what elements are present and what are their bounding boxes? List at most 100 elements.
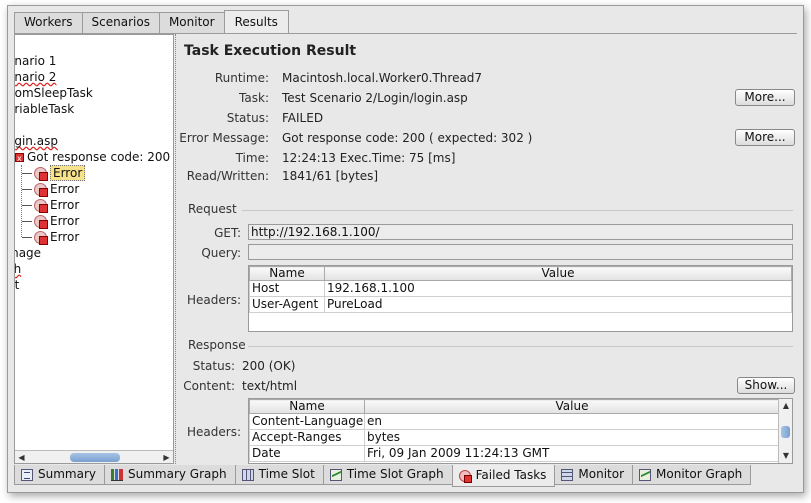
header-name-cell: Date (249, 445, 365, 462)
tab-time-slot[interactable]: Time Slot (234, 465, 324, 485)
error-task-icon (34, 231, 48, 245)
error-message-value: Got response code: 200 ( expected: 302 ) (282, 131, 533, 145)
column-header-value[interactable]: Value (364, 399, 780, 414)
tree-item-label: Error (50, 182, 80, 196)
table-row[interactable]: Date Fri, 09 Jan 2009 11:24:13 GMT (249, 445, 780, 462)
tree-item-label: Error (50, 198, 80, 212)
header-name-cell: Host (249, 280, 325, 297)
response-headers-label: Headers: (187, 425, 241, 439)
tab-monitor[interactable]: Monitor (158, 12, 225, 33)
tab-workers[interactable]: Workers (14, 12, 83, 33)
tree-item-label: ogin.asp (14, 134, 58, 148)
read-written-label: Read/Written: (186, 169, 269, 183)
column-header-value[interactable]: Value (324, 266, 792, 281)
tab-label: Summary (38, 467, 96, 481)
tab-failed-tasks[interactable]: Failed Tasks (451, 465, 556, 487)
tree-item-label: ariableTask (14, 102, 75, 116)
tree-item-error[interactable]: Error (15, 197, 173, 213)
tree-item[interactable]: ogin.asp (14, 133, 173, 149)
tab-label: Monitor (578, 467, 625, 481)
tab-scenarios[interactable]: Scenarios (81, 12, 160, 33)
get-label: GET: (214, 226, 241, 240)
table-row[interactable]: Content-Language en (249, 413, 780, 430)
request-section-title: Request (188, 202, 237, 216)
tree-item[interactable]: enario 2 (15, 69, 173, 85)
read-written-value: 1841/61 [bytes] (282, 169, 379, 183)
tree-item-label: enario 1 (14, 54, 57, 68)
tab-summary-graph[interactable]: Summary Graph (104, 465, 236, 485)
error-task-icon (34, 167, 48, 181)
time-label: Time: (235, 151, 269, 165)
grid-icon (241, 468, 254, 481)
tree-item-label: mage (15, 246, 42, 260)
header-value-cell: 192.168.1.100 (324, 280, 792, 297)
scroll-up-icon[interactable]: ▲ (780, 400, 792, 412)
monitor-icon (561, 468, 574, 481)
header-value-cell: Fri, 09 Jan 2009 11:24:13 GMT (364, 445, 780, 462)
response-divider (248, 346, 793, 347)
tab-summary[interactable]: Summary (14, 465, 105, 485)
column-header-name[interactable]: Name (249, 399, 365, 414)
tree-item-label: Error (50, 230, 80, 244)
summary-icon (21, 468, 33, 481)
tree-item-label: ut (14, 278, 20, 292)
tree-item[interactable]: domSleepTask (15, 85, 173, 101)
page-title: Task Execution Result (184, 43, 357, 59)
tree-item[interactable]: ariableTask (14, 101, 173, 117)
scrollbar-thumb[interactable] (781, 426, 790, 438)
bar-chart-icon (111, 468, 123, 481)
error-icon (15, 151, 24, 167)
error-task-icon (34, 199, 48, 213)
column-header-name[interactable]: Name (249, 266, 325, 281)
tab-time-slot-graph[interactable]: Time Slot Graph (322, 465, 453, 485)
content-label: Content: (183, 379, 235, 393)
tree-branch (22, 189, 32, 190)
response-status-label: Status: (192, 359, 235, 373)
scroll-right-icon[interactable]: ▶ (161, 452, 172, 463)
failed-tasks-icon (458, 469, 472, 483)
tree-item-label: ch (14, 262, 22, 276)
tab-results[interactable]: Results (223, 10, 289, 33)
runtime-value: Macintosh.local.Worker0.Thread7 (282, 71, 483, 85)
status-value: FAILED (282, 111, 324, 125)
table-row[interactable]: Accept-Ranges bytes (249, 429, 780, 446)
tree-horizontal-scrollbar[interactable]: ◀ ▶ (15, 450, 173, 463)
tab-label: Failed Tasks (475, 468, 547, 482)
task-result-panel: Task Execution Result Runtime: Macintosh… (179, 34, 797, 464)
tree-item-label: Error (50, 214, 80, 228)
scrollbar-thumb[interactable] (70, 453, 120, 462)
tree-item-error[interactable]: Error (15, 181, 173, 197)
tree-item[interactable]: ch (14, 261, 173, 277)
tree-branch (22, 221, 32, 222)
tab-monitor-bottom[interactable]: Monitor (554, 465, 634, 485)
header-value-cell: bytes (364, 429, 780, 446)
response-headers-table[interactable]: Name Value Content-Language en Accept-Rang… (248, 398, 793, 464)
tree-branch (22, 205, 32, 206)
query-label: Query: (201, 246, 241, 260)
response-table-scrollbar[interactable]: ▲ ▼ (778, 399, 792, 463)
task-value: Test Scenario 2/Login/login.asp (282, 91, 468, 105)
query-field[interactable] (248, 244, 793, 260)
table-row[interactable]: User-Agent PureLoad (249, 296, 792, 313)
scroll-down-icon[interactable]: ▼ (780, 450, 792, 462)
get-url-field[interactable]: http://192.168.1.100/ (248, 224, 793, 240)
tab-monitor-graph[interactable]: Monitor Graph (632, 465, 752, 485)
time-value: 12:24:13 Exec.Time: 75 [ms] (282, 151, 456, 165)
show-content-button[interactable]: Show... (737, 377, 795, 394)
request-headers-table[interactable]: Name Value Host 192.168.1.100 User-Agent Pu… (248, 265, 793, 332)
table-row[interactable]: Host 192.168.1.100 (249, 280, 792, 297)
tree-item-label: Error (50, 165, 86, 181)
tree-item[interactable]: ut (14, 277, 173, 293)
tree-item-response[interactable]: Got response code: 200 (15, 149, 173, 167)
tab-label: Monitor Graph (656, 467, 743, 481)
response-section-title: Response (188, 338, 246, 352)
header-name-cell: Accept-Ranges (249, 429, 365, 446)
tree-item-label: Got response code: 200 (27, 150, 171, 164)
tree-item[interactable]: enario 1 (14, 53, 173, 69)
error-more-button[interactable]: More... (735, 129, 795, 146)
tree-item-error[interactable]: Error (15, 165, 173, 181)
header-value-cell: en (364, 413, 780, 430)
task-more-button[interactable]: More... (735, 89, 795, 106)
tree-item[interactable]: n (15, 117, 173, 133)
scroll-left-icon[interactable]: ◀ (16, 452, 27, 463)
